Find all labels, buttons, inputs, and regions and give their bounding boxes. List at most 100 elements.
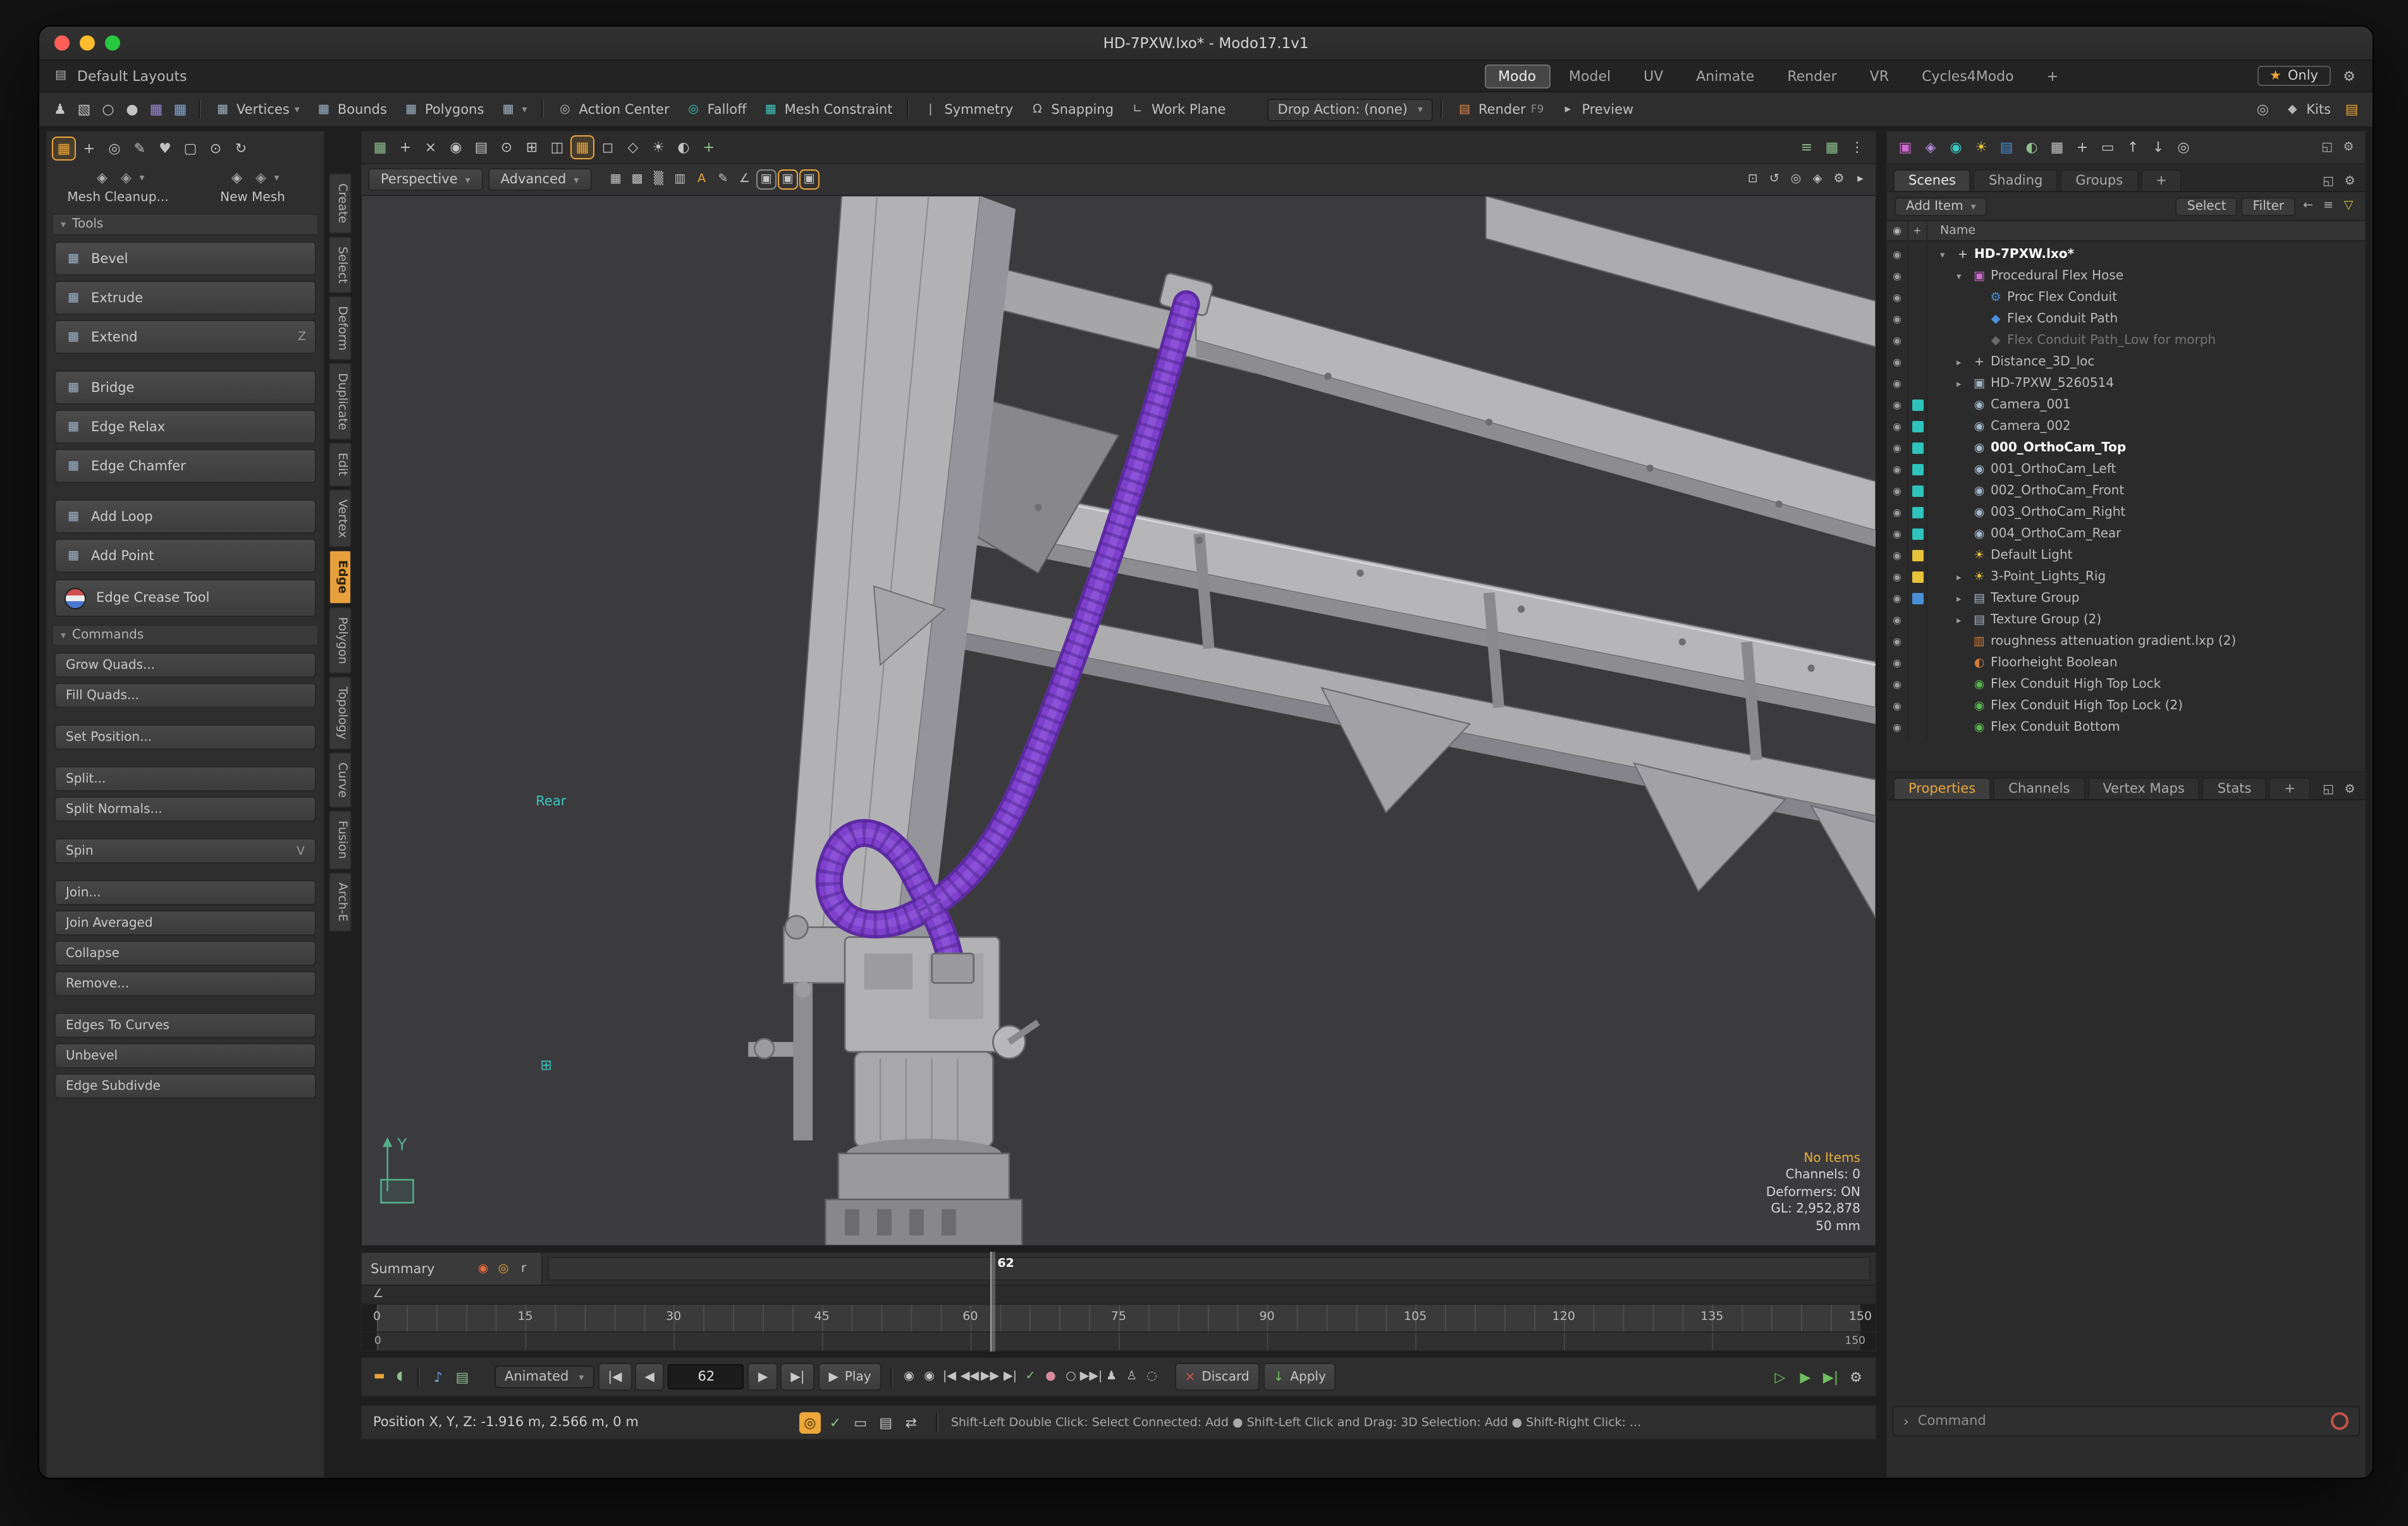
slope-edit-icon[interactable]: ∠	[369, 1286, 387, 1303]
vp-collapse-icon[interactable]: ▸	[1852, 171, 1869, 188]
add-locator-icon[interactable]: +	[2072, 137, 2093, 158]
viewport-3d[interactable]: Y Rear ⊞ No Items Channels: 0 Deformers:…	[360, 196, 1877, 1247]
step-keys-icon[interactable]: ▶▶|	[1083, 1368, 1100, 1386]
item-row[interactable]: ◉ Flex Conduit High Top Lock (2)	[1887, 695, 2365, 717]
visibility-eye-icon[interactable]	[1887, 609, 1908, 631]
tab[interactable]: Channels	[1993, 778, 2085, 799]
close-window-button[interactable]	[54, 35, 70, 51]
vp-handle-dots-icon[interactable]: ⋮	[1846, 137, 1868, 158]
vp-film-icon[interactable]: ▤	[470, 137, 492, 158]
visibility-column-header[interactable]: ◉	[1887, 221, 1908, 240]
add-texture-icon[interactable]: ▤	[1996, 137, 2017, 158]
item-chip[interactable]	[1908, 566, 1927, 588]
vp-wireframe-icon[interactable]: ◻	[597, 137, 618, 158]
item-row[interactable]: ▾ ▣ Procedural Flex Hose	[1887, 266, 2365, 287]
next-frame-button[interactable]: ▶	[748, 1363, 778, 1391]
item-chip[interactable]	[1908, 631, 1927, 652]
edge-crease-tool-button[interactable]: Edge Crease Tool	[54, 579, 316, 617]
transport-gear-icon[interactable]: ⚙	[1845, 1366, 1867, 1388]
visibility-eye-icon[interactable]	[1887, 523, 1908, 545]
vp-camera-icon[interactable]: ◉	[445, 137, 467, 158]
command-button[interactable]: Set Position...	[54, 724, 316, 750]
mode-tab[interactable]: Select	[329, 236, 352, 293]
tool-button[interactable]: ▦ Extrude	[54, 281, 316, 315]
add-item-dropdown[interactable]: Add Item ▾	[1895, 197, 1987, 216]
item-row[interactable]: ◆ Flex Conduit Path	[1887, 308, 2365, 330]
item-chip[interactable]	[1908, 308, 1927, 330]
command-button[interactable]: Spin V	[54, 838, 316, 864]
commands-section-header[interactable]: ▾ Commands	[52, 625, 319, 646]
mode-tab[interactable]: Create	[329, 173, 352, 233]
visibility-eye-icon[interactable]	[1887, 674, 1908, 695]
record-icon[interactable]: ●	[1042, 1368, 1060, 1386]
polygons-mode-button[interactable]: ▦ Polygons	[396, 101, 490, 118]
vp-shade-mode-icon[interactable]: ▦	[369, 137, 391, 158]
zoom-tool-icon[interactable]: ⊙	[205, 138, 226, 159]
tool-button[interactable]: ▦ Extend Z	[54, 320, 316, 354]
prev-key-icon[interactable]: ◀◀	[961, 1368, 979, 1386]
filter-button[interactable]: Filter	[2241, 197, 2295, 216]
timeline-ruler[interactable]: 0153045607590105120135150	[360, 1305, 1877, 1333]
visibility-eye-icon[interactable]	[1887, 566, 1908, 588]
visibility-eye-icon[interactable]	[1887, 416, 1908, 437]
item-row[interactable]: ▸ ▣ HD-7PXW_5260514	[1887, 373, 2365, 394]
visibility-eye-icon[interactable]	[1887, 652, 1908, 674]
tab[interactable]: Stats	[2202, 778, 2267, 799]
expander-arrow-icon[interactable]: ▸	[1956, 571, 1968, 583]
command-button[interactable]: Grow Quads...	[54, 652, 316, 678]
vp-frame-all-icon[interactable]: ⊡	[1744, 171, 1762, 188]
item-chip[interactable]	[1908, 480, 1927, 502]
back-projection-icon[interactable]: ▣	[800, 171, 818, 188]
shading-dropdown[interactable]: Advanced ▾	[488, 168, 592, 191]
command-button[interactable]: Remove...	[54, 971, 316, 996]
item-chip[interactable]	[1908, 695, 1927, 717]
stipple-icon[interactable]: ▥	[671, 171, 689, 188]
workplane-box-icon[interactable]: ▢	[180, 138, 201, 159]
next-keyframe-icon[interactable]: ▶|	[1002, 1368, 1019, 1386]
tool-button[interactable]: ▦ Add Point	[54, 539, 316, 573]
range-ruler[interactable]: 0 150	[360, 1333, 1877, 1352]
anim-mode-dropdown[interactable]: Animated ▾	[494, 1365, 594, 1388]
actor-icon[interactable]: ♟	[1103, 1368, 1121, 1386]
mode-tab[interactable]: Curve	[329, 753, 352, 809]
tool-button[interactable]: ▦ Edge Chamfer	[54, 449, 316, 483]
item-chip[interactable]	[1908, 373, 1927, 394]
item-chip[interactable]	[1908, 330, 1927, 351]
item-row[interactable]: ▸ ☀ 3-Point_Lights_Rig	[1887, 566, 2365, 588]
mini-screen-icon[interactable]: ▤	[875, 1412, 897, 1433]
kits-button[interactable]: ◆ Kits	[2277, 101, 2337, 118]
prev-keyframe-icon[interactable]: |◀	[941, 1368, 959, 1386]
paint-select-icon[interactable]: ●	[121, 99, 143, 120]
visibility-eye-icon[interactable]	[1887, 266, 1908, 287]
layout-tab[interactable]: Model	[1555, 64, 1625, 88]
vp-move-icon[interactable]: +	[395, 137, 416, 158]
item-chip[interactable]	[1908, 244, 1927, 266]
visibility-eye-icon[interactable]	[1887, 308, 1908, 330]
current-frame-field[interactable]: 62	[668, 1364, 744, 1389]
expander-arrow-icon[interactable]: ▾	[1940, 249, 1951, 260]
slope-key-icon[interactable]: ✓	[1022, 1368, 1040, 1386]
play-button[interactable]: ▶ Play	[818, 1363, 881, 1391]
properties-pop-icon[interactable]: ◱	[2319, 781, 2337, 799]
item-chip[interactable]	[1908, 416, 1927, 437]
vp-thumb-grid-icon[interactable]: ▦	[1821, 137, 1843, 158]
annotation-icon[interactable]: ✎	[714, 171, 732, 188]
preview-strip-icon[interactable]: ▤	[452, 1366, 473, 1388]
item-row[interactable]: ◉ Camera_001	[1887, 394, 2365, 416]
scenes-pop-icon[interactable]: ◱	[2319, 173, 2337, 191]
layout-tab[interactable]: Animate	[1682, 64, 1768, 88]
add-instance-icon[interactable]: ◈	[1920, 137, 1941, 158]
vp-target-icon[interactable]: ⊙	[496, 137, 517, 158]
item-row[interactable]: ◉ Flex Conduit Bottom	[1887, 717, 2365, 738]
command-history-indicator[interactable]	[2331, 1412, 2349, 1430]
vertex-map-icon[interactable]: A	[692, 171, 710, 188]
vp-mirror-icon[interactable]: ◫	[546, 137, 568, 158]
apply-button[interactable]: ↓ Apply	[1263, 1363, 1336, 1391]
pane-gear-icon[interactable]: ⚙	[2340, 138, 2357, 156]
goto-last-button[interactable]: ▶|	[780, 1363, 814, 1391]
item-row[interactable]: ◉ Flex Conduit High Top Lock	[1887, 674, 2365, 695]
add-folder-icon[interactable]: ▭	[2097, 137, 2118, 158]
mode-tab[interactable]: Edge	[329, 551, 352, 604]
command-button[interactable]: Join Averaged	[54, 910, 316, 936]
summary-r-icon[interactable]: r	[515, 1260, 532, 1278]
